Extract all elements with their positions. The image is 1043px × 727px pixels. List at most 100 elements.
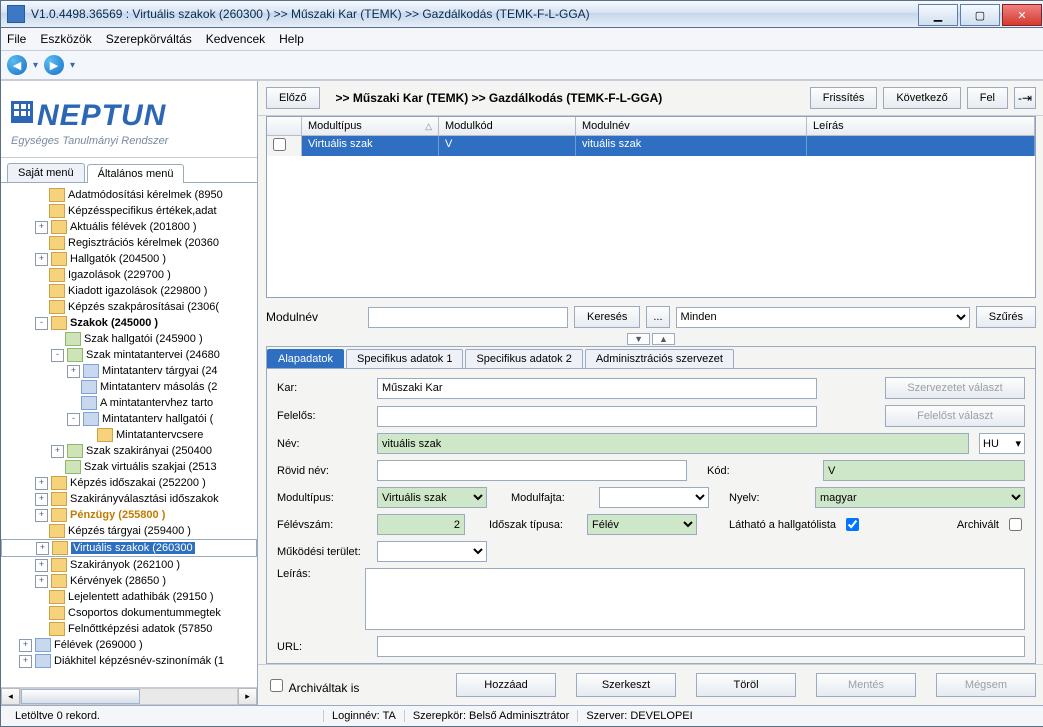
- maximize-button[interactable]: ▢: [960, 4, 1000, 26]
- collapse-icon[interactable]: -: [67, 413, 80, 426]
- checkbox-archivalt[interactable]: [1009, 518, 1022, 531]
- input-url[interactable]: [377, 636, 1025, 657]
- tree-node[interactable]: Képzés szakpárosításai (2306(: [1, 299, 257, 315]
- expand-icon[interactable]: +: [35, 221, 48, 234]
- collapse-icon[interactable]: -: [51, 349, 64, 362]
- menu-eszkozok[interactable]: Eszközök: [40, 32, 91, 46]
- tree-node[interactable]: -Szak mintatantervei (24680: [1, 347, 257, 363]
- tab-altalanos-menu[interactable]: Általános menü: [87, 164, 185, 183]
- grid-row[interactable]: Virtuális szak V vituális szak: [267, 136, 1035, 156]
- nav-back-dropdown[interactable]: ▾: [33, 60, 38, 71]
- input-kod[interactable]: [823, 460, 1025, 481]
- prev-button[interactable]: Előző: [266, 87, 320, 109]
- scroll-track[interactable]: [20, 688, 238, 705]
- tree-node[interactable]: +Félévek (269000 ): [1, 637, 257, 653]
- tree-node[interactable]: Mintatantervcsere: [1, 427, 257, 443]
- menu-kedvencek[interactable]: Kedvencek: [206, 32, 265, 46]
- grid-col-modulkod[interactable]: Modulkód: [439, 117, 576, 135]
- tree-node[interactable]: Szak virtuális szakjai (2513: [1, 459, 257, 475]
- button-szerkeszt[interactable]: Szerkeszt: [576, 673, 676, 697]
- nav-back-button[interactable]: ◀: [7, 55, 27, 75]
- grid-col-modultipus[interactable]: Modultípus △: [302, 117, 439, 135]
- expand-icon[interactable]: +: [67, 365, 80, 378]
- grid-row-checkbox[interactable]: [267, 136, 302, 156]
- tree-node[interactable]: Csoportos dokumentummegtek: [1, 605, 257, 621]
- button-szervezet-valaszt[interactable]: Szervezetet választ: [885, 377, 1025, 399]
- expand-icon[interactable]: +: [35, 575, 48, 588]
- tree-node[interactable]: +Szak szakirányai (250400: [1, 443, 257, 459]
- grid-header-checkbox[interactable]: [267, 117, 302, 135]
- tree-node[interactable]: -Mintatanterv hallgatói (: [1, 411, 257, 427]
- collapse-icon[interactable]: -: [35, 317, 48, 330]
- tree-h-scrollbar[interactable]: ◂ ▸: [1, 687, 257, 705]
- expand-icon[interactable]: +: [35, 477, 48, 490]
- filter-button[interactable]: Szűrés: [976, 306, 1036, 328]
- scroll-left-icon[interactable]: ◂: [1, 688, 20, 705]
- close-button[interactable]: ✕: [1002, 4, 1042, 26]
- expand-icon[interactable]: +: [35, 559, 48, 572]
- tree-node[interactable]: +Mintatanterv tárgyai (24: [1, 363, 257, 379]
- expand-icon[interactable]: +: [35, 509, 48, 522]
- tree-node[interactable]: Igazolások (229700 ): [1, 267, 257, 283]
- expand-icon[interactable]: +: [19, 655, 32, 668]
- grid-col-modulnev[interactable]: Modulnév: [576, 117, 807, 135]
- minimize-button[interactable]: ▁: [918, 4, 958, 26]
- tree-node[interactable]: Képzés tárgyai (259400 ): [1, 523, 257, 539]
- tab-spec1[interactable]: Specifikus adatok 1: [346, 349, 463, 368]
- tree-node[interactable]: Kiadott igazolások (229800 ): [1, 283, 257, 299]
- checkbox-lathato[interactable]: [846, 518, 859, 531]
- tree-node[interactable]: +Aktuális félévek (201800 ): [1, 219, 257, 235]
- search-input[interactable]: [368, 307, 568, 328]
- tree-node[interactable]: Regisztrációs kérelmek (20360: [1, 235, 257, 251]
- expand-icon[interactable]: +: [35, 253, 48, 266]
- button-torol[interactable]: Töröl: [696, 673, 796, 697]
- search-button[interactable]: Keresés: [574, 306, 640, 328]
- scroll-right-icon[interactable]: ▸: [238, 688, 257, 705]
- lang-select[interactable]: HU ▾: [979, 433, 1025, 454]
- select-nyelv[interactable]: magyar: [815, 487, 1025, 508]
- menu-help[interactable]: Help: [279, 32, 304, 46]
- tree-node[interactable]: +Képzés időszakai (252200 ): [1, 475, 257, 491]
- tree-node[interactable]: -Szakok (245000 ): [1, 315, 257, 331]
- tree-node[interactable]: Adatmódosítási kérelmek (8950: [1, 187, 257, 203]
- input-rovidnev[interactable]: [377, 460, 687, 481]
- tab-admin[interactable]: Adminisztrációs szervezet: [585, 349, 734, 368]
- tree-node[interactable]: +Hallgatók (204500 ): [1, 251, 257, 267]
- tab-alapadatok[interactable]: Alapadatok: [267, 349, 344, 368]
- collapse-down-icon[interactable]: ▼: [627, 333, 650, 345]
- tree-node[interactable]: A mintatantervhez tarto: [1, 395, 257, 411]
- expand-icon[interactable]: +: [35, 493, 48, 506]
- tree-node[interactable]: Képzésspecifikus értékek,adat: [1, 203, 257, 219]
- grid-col-leiras[interactable]: Leírás: [807, 117, 1035, 135]
- input-kar[interactable]: [377, 378, 817, 399]
- input-nev[interactable]: [377, 433, 969, 454]
- tree-node[interactable]: +Virtuális szakok (260300: [1, 539, 257, 557]
- input-felevszam[interactable]: [377, 514, 465, 535]
- collapse-up-icon[interactable]: ▲: [652, 333, 675, 345]
- select-idoszaktipus[interactable]: Félév: [587, 514, 697, 535]
- tree-node[interactable]: +Kérvények (28650 ): [1, 573, 257, 589]
- tree-node[interactable]: +Diákhitel képzésnév-szinonímák (1: [1, 653, 257, 669]
- tree-node[interactable]: +Szakirányok (262100 ): [1, 557, 257, 573]
- nav-forward-button[interactable]: ▶: [44, 55, 64, 75]
- menu-file[interactable]: File: [7, 32, 26, 46]
- tree-node[interactable]: Mintatanterv másolás (2: [1, 379, 257, 395]
- nav-forward-dropdown[interactable]: ▾: [70, 60, 75, 71]
- splitter[interactable]: ▼ ▲: [258, 332, 1043, 346]
- tree-node[interactable]: Felnőttképzési adatok (57850: [1, 621, 257, 637]
- checkbox-archivaltak-is[interactable]: Archiváltak is: [266, 676, 359, 695]
- search-options-button[interactable]: ...: [646, 306, 669, 328]
- select-mukodesi[interactable]: [377, 541, 487, 562]
- refresh-button[interactable]: Frissítés: [810, 87, 878, 109]
- tab-spec2[interactable]: Specifikus adatok 2: [465, 349, 582, 368]
- select-modulfajta[interactable]: [599, 487, 709, 508]
- next-button[interactable]: Következő: [883, 87, 960, 109]
- tree-node[interactable]: +Szakirányválasztási időszakok: [1, 491, 257, 507]
- pin-icon[interactable]: -⇥: [1014, 87, 1036, 109]
- expand-icon[interactable]: +: [51, 445, 64, 458]
- textarea-leiras[interactable]: [365, 568, 1025, 630]
- tree-node[interactable]: Szak hallgatói (245900 ): [1, 331, 257, 347]
- button-felelos-valaszt[interactable]: Felelőst választ: [885, 405, 1025, 427]
- button-megsem[interactable]: Mégsem: [936, 673, 1036, 697]
- expand-icon[interactable]: +: [19, 639, 32, 652]
